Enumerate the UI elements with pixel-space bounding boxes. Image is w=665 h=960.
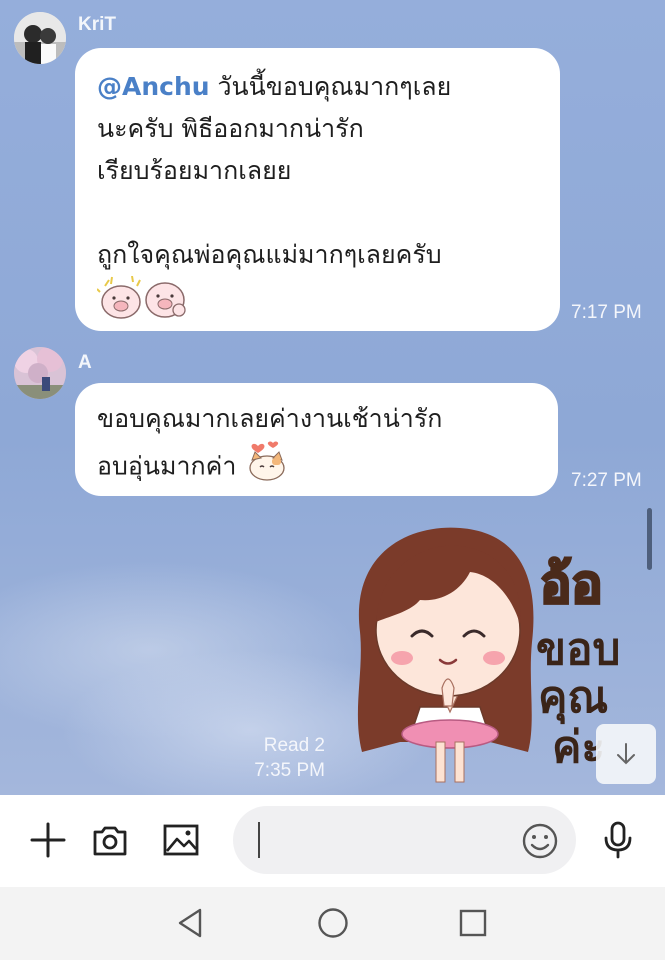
text-caret [258, 822, 260, 858]
message-time: 7:27 PM [571, 470, 642, 491]
pig-emoji-icon [96, 275, 538, 320]
mention[interactable]: @Anchu [97, 72, 210, 101]
read-status: Read 2 [263, 735, 325, 756]
emoji-icon[interactable] [520, 821, 560, 861]
sender-name: KriT [78, 14, 116, 35]
chat-area[interactable]: KriT @Anchu วันนี้ขอบคุณมากๆเลย นะครับ พ… [0, 0, 665, 795]
plus-icon[interactable] [28, 820, 68, 860]
avatar[interactable] [14, 12, 66, 64]
scrollbar[interactable] [647, 508, 652, 570]
message-line: อบอุ่นมากค่า [97, 440, 536, 495]
message-time: 7:17 PM [571, 302, 642, 323]
read-receipt: Read 2 7:35 PM [240, 733, 325, 783]
cat-emoji-icon [244, 440, 290, 495]
sticker-text: ขอบ [536, 624, 620, 675]
arrow-down-icon[interactable] [596, 724, 656, 784]
camera-icon[interactable] [90, 820, 130, 860]
girl-sticker-image: อ้อ ขอบ คุณ ค่ะ [357, 527, 620, 783]
image-icon[interactable] [161, 820, 201, 860]
message-line: ขอบคุณมากเลยค่างานเช้าน่ารัก [97, 404, 443, 433]
nav-back-icon[interactable] [172, 905, 208, 941]
message-line: ถูกใจคุณพ่อคุณแม่มากๆเลยครับ [97, 240, 442, 269]
sticker[interactable]: อ้อ ขอบ คุณ ค่ะ [340, 512, 640, 792]
message-bubble[interactable]: ขอบคุณมากเลยค่างานเช้าน่ารัก อบอุ่นมากค่… [75, 383, 558, 496]
sticker-text: คุณ [538, 672, 608, 725]
message-line: นะครับ พิธีออกมากน่ารัก [97, 114, 364, 143]
microphone-icon[interactable] [598, 820, 638, 860]
message-bubble[interactable]: @Anchu วันนี้ขอบคุณมากๆเลย นะครับ พิธีออ… [75, 48, 560, 331]
message-line: @Anchu วันนี้ขอบคุณมากๆเลย [97, 72, 452, 101]
sticker-text: อ้อ [540, 555, 602, 615]
nav-recents-icon[interactable] [455, 905, 491, 941]
nav-home-icon[interactable] [315, 905, 351, 941]
avatar[interactable] [14, 347, 66, 399]
message-time: 7:35 PM [254, 760, 325, 781]
message-line: เรียบร้อยมากเลยย [97, 156, 292, 185]
sender-name: A [78, 352, 92, 373]
